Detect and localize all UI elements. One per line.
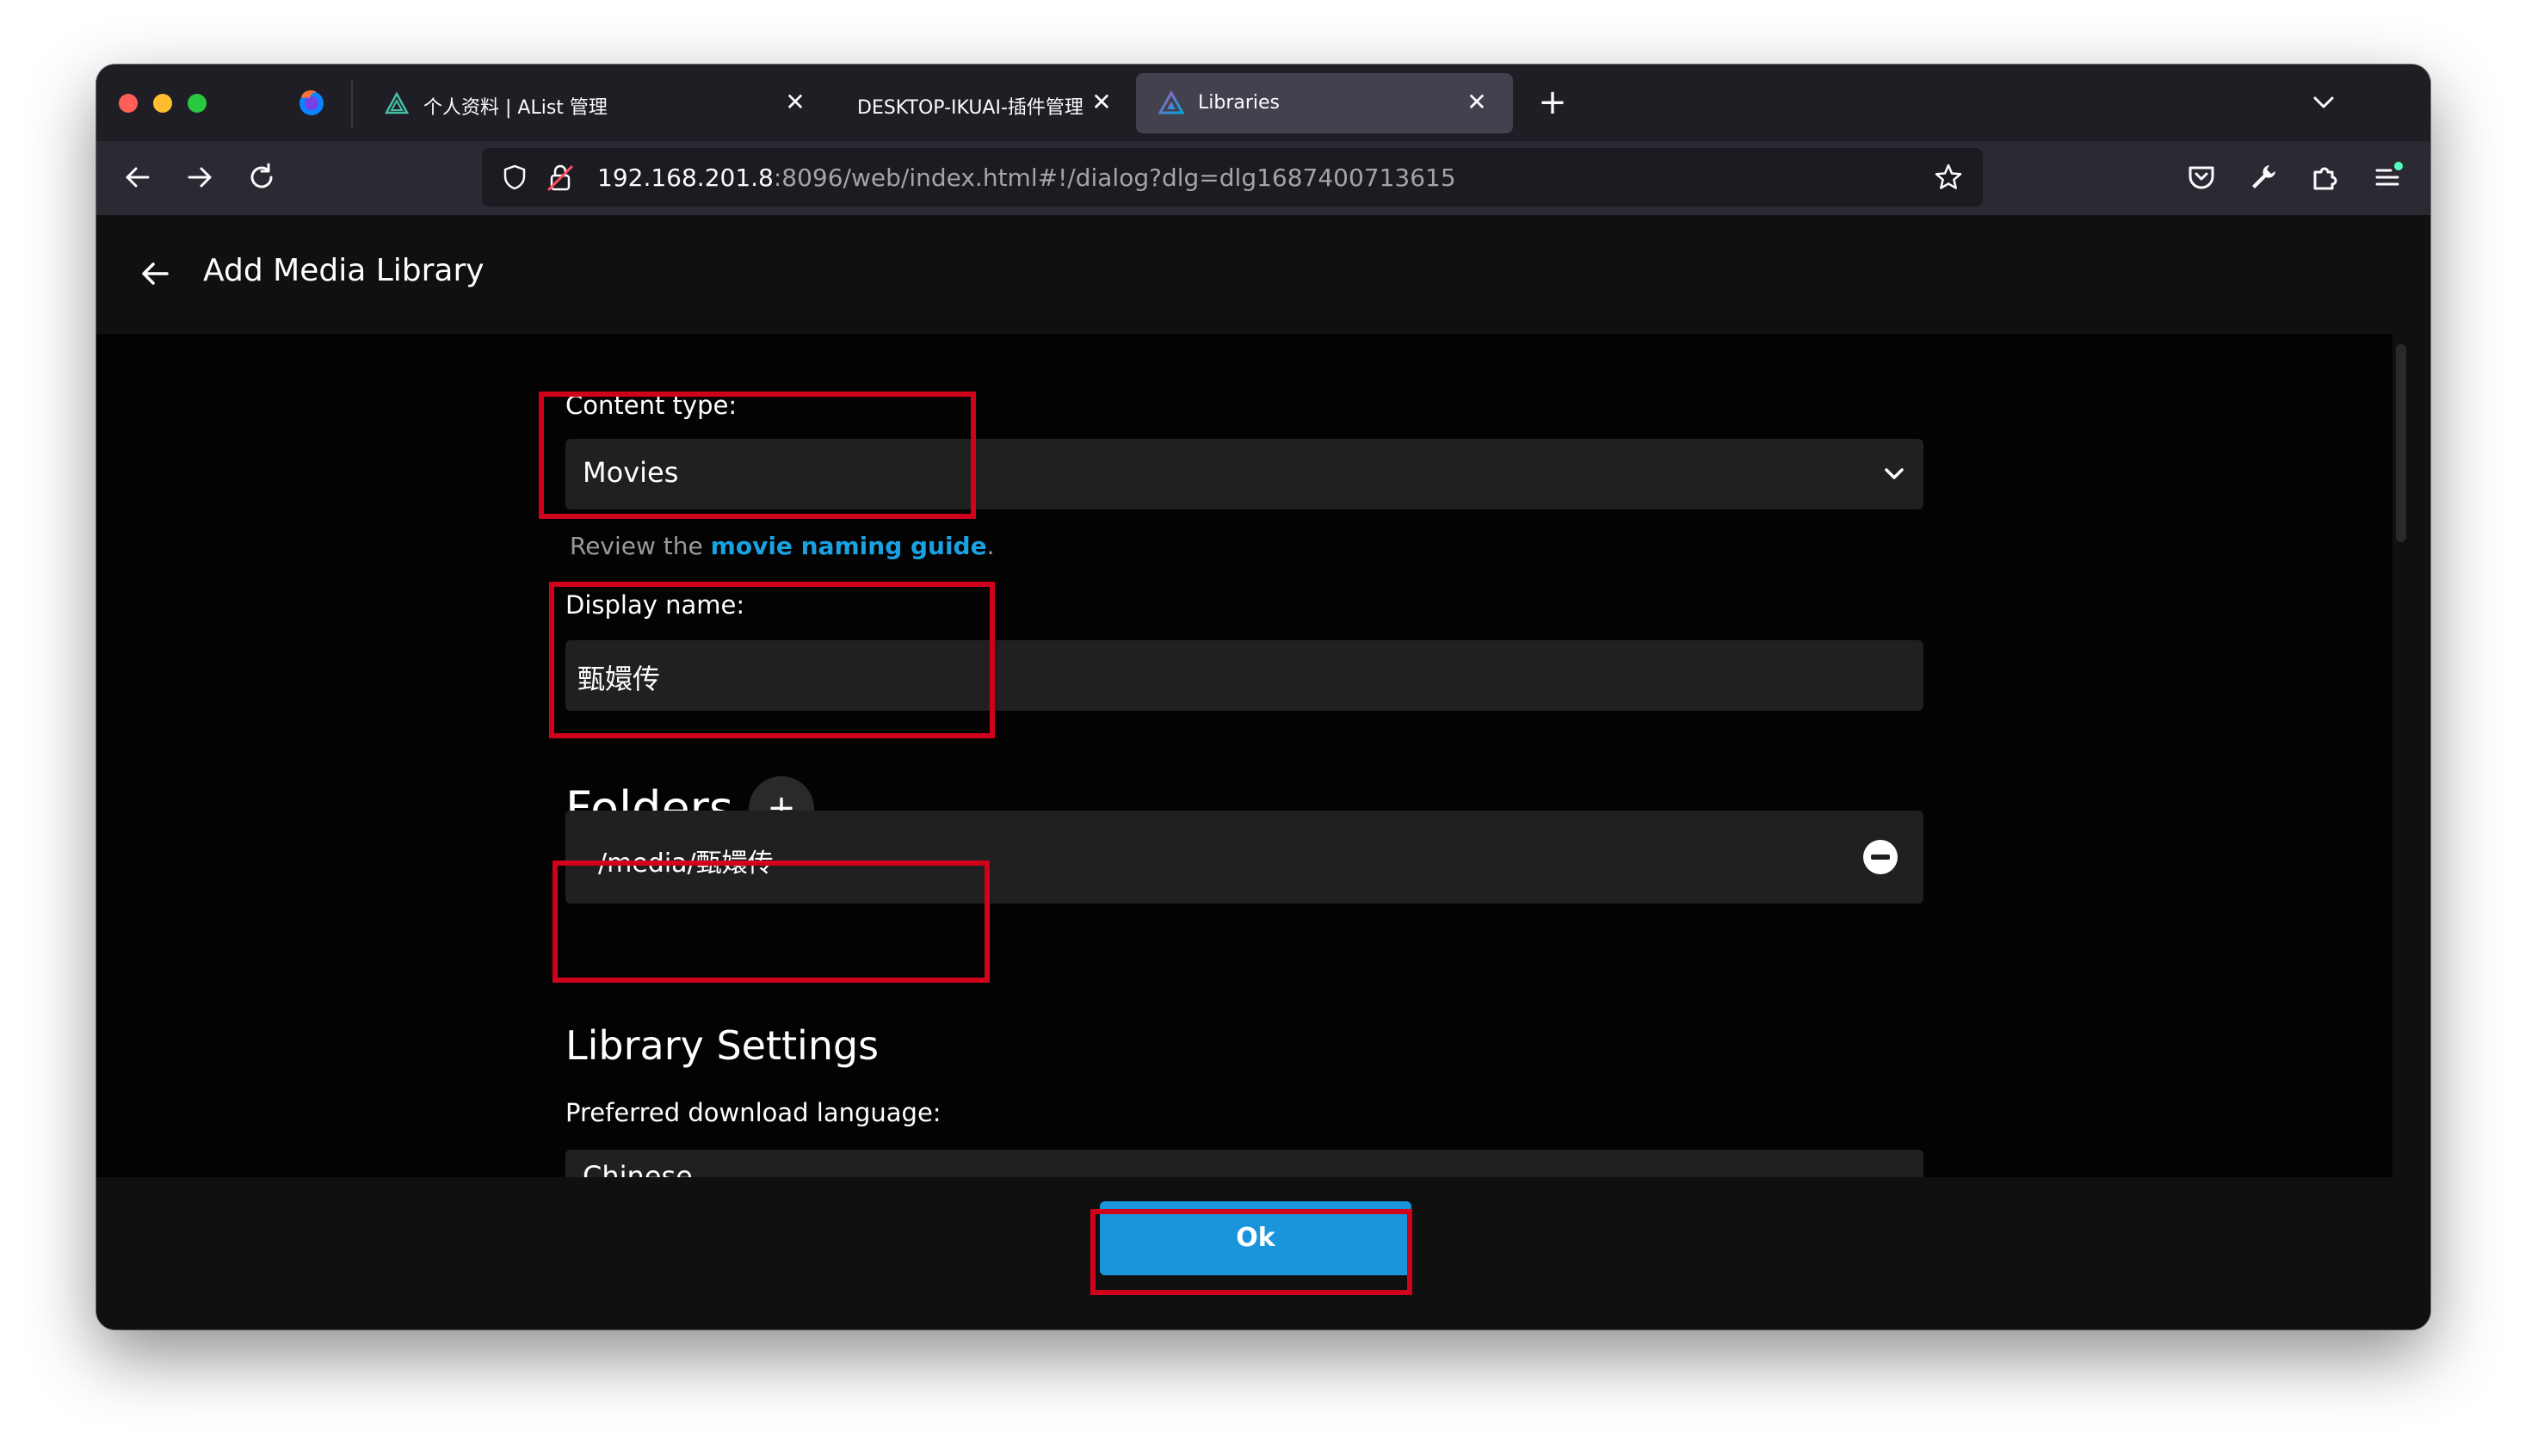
- alist-icon: [384, 91, 410, 114]
- chevron-down-icon[interactable]: [2306, 85, 2341, 120]
- minus-circle-icon[interactable]: [1861, 838, 1899, 876]
- preferred-language-select[interactable]: Chinese: [565, 1150, 1923, 1177]
- lock-icon[interactable]: [546, 162, 575, 193]
- tab-separator: [351, 80, 353, 128]
- forward-icon[interactable]: [181, 158, 219, 196]
- tab-libraries[interactable]: Libraries ✕: [1136, 73, 1513, 133]
- page: Add Media Library Content type: Movies R…: [96, 215, 2430, 1330]
- extensions-icon[interactable]: [2306, 158, 2344, 196]
- tab-alist[interactable]: 个人资料 | AList 管理 ✕: [361, 73, 831, 133]
- pocket-icon[interactable]: [2182, 158, 2220, 196]
- preferred-language-label: Preferred download language:: [565, 1098, 941, 1127]
- page-header: Add Media Library: [96, 215, 2430, 334]
- reload-icon[interactable]: [243, 158, 281, 196]
- close-window-button[interactable]: [119, 94, 138, 113]
- tab-title: DESKTOP-IKUAI-插件管理: [857, 97, 1083, 119]
- jellyfin-icon: [1158, 90, 1184, 114]
- url-text[interactable]: 192.168.201.8:8096/web/index.html#!/dial…: [597, 163, 1456, 192]
- display-name-label: Display name:: [565, 590, 745, 620]
- shield-icon[interactable]: [501, 163, 528, 191]
- dialog-footer: Ok: [96, 1177, 2430, 1330]
- url-path: :8096/web/index.html#!/dialog?dlg=dlg168…: [773, 163, 1456, 192]
- naming-guide-hint: Review the movie naming guide.: [570, 532, 995, 560]
- ok-button[interactable]: Ok: [1100, 1201, 1411, 1275]
- back-icon[interactable]: [119, 158, 157, 196]
- minimize-window-button[interactable]: [153, 94, 172, 113]
- close-icon[interactable]: ✕: [780, 87, 811, 118]
- firefox-icon[interactable]: [296, 87, 327, 118]
- close-icon[interactable]: ✕: [1461, 87, 1492, 118]
- wrench-icon[interactable]: [2244, 158, 2282, 196]
- content-type-select[interactable]: Movies: [565, 439, 1923, 509]
- star-icon[interactable]: [1933, 162, 1964, 193]
- content-type-label: Content type:: [565, 391, 738, 420]
- new-tab-button[interactable]: +: [1532, 82, 1573, 123]
- hint-suffix: .: [986, 532, 995, 560]
- zoom-window-button[interactable]: [188, 94, 207, 113]
- scrollbar[interactable]: [2396, 344, 2406, 542]
- movie-naming-guide-link[interactable]: movie naming guide: [711, 532, 987, 560]
- display-name-value: 甄嬛传: [577, 663, 661, 695]
- library-settings-heading: Library Settings: [565, 1022, 880, 1069]
- back-icon[interactable]: [134, 253, 176, 294]
- folder-path: /media/甄嬛传: [598, 848, 774, 879]
- navigation-bar: 192.168.201.8:8096/web/index.html#!/dial…: [96, 141, 2430, 215]
- url-bar[interactable]: 192.168.201.8:8096/web/index.html#!/dial…: [482, 148, 1983, 207]
- tab-title: 个人资料 | AList 管理: [423, 97, 608, 119]
- menu-icon[interactable]: [2368, 158, 2406, 196]
- chevron-down-icon: [1885, 468, 1904, 479]
- content-type-value: Movies: [583, 456, 679, 489]
- browser-window: 个人资料 | AList 管理 ✕ DESKTOP-IKUAI-插件管理 Lib…: [96, 65, 2430, 1330]
- close-icon[interactable]: ✕: [1086, 87, 1117, 118]
- page-title: Add Media Library: [203, 253, 485, 288]
- hint-prefix: Review the: [570, 532, 711, 560]
- folder-row[interactable]: /media/甄嬛传: [565, 811, 1923, 904]
- dialog-content: Content type: Movies Review the movie na…: [96, 334, 2392, 1177]
- tab-bar: 个人资料 | AList 管理 ✕ DESKTOP-IKUAI-插件管理 Lib…: [96, 65, 2430, 141]
- tab-title: Libraries: [1198, 92, 1281, 114]
- preferred-language-value: Chinese: [583, 1160, 693, 1177]
- display-name-input[interactable]: 甄嬛传: [565, 640, 1923, 711]
- url-host: 192.168.201.8: [597, 163, 774, 192]
